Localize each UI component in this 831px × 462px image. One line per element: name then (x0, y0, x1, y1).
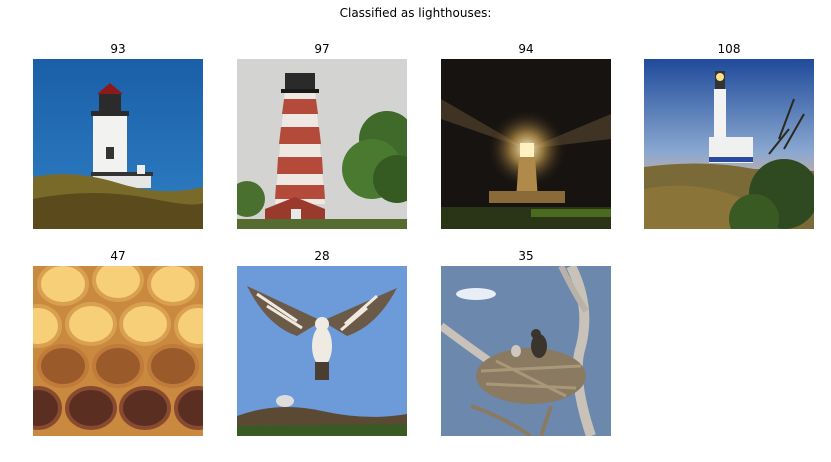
panel-4: 108 (644, 42, 814, 229)
image-label: 35 (518, 249, 534, 263)
lighthouse-night-image (441, 59, 611, 229)
lighthouse-striped-image (237, 59, 407, 229)
figure-title: Classified as lighthouses: (339, 6, 492, 20)
panel-6: 28 (237, 249, 407, 436)
panel-7: 35 (441, 249, 611, 436)
panel-2: 97 (237, 42, 407, 229)
image-label: 108 (717, 42, 741, 56)
lighthouse-day-image (33, 59, 203, 229)
image-label: 94 (518, 42, 534, 56)
panel-3: 94 (441, 42, 611, 229)
image-label: 97 (314, 42, 330, 56)
image-label: 28 (314, 249, 330, 263)
panel-1: 93 (33, 42, 203, 229)
osprey-nest-image (441, 266, 611, 436)
image-label: 47 (110, 249, 126, 263)
osprey-flying-image (237, 266, 407, 436)
image-label: 93 (110, 42, 126, 56)
panel-5: 47 (33, 249, 203, 436)
lighthouse-dusk-image (644, 59, 814, 229)
honeycomb-image (33, 266, 203, 436)
